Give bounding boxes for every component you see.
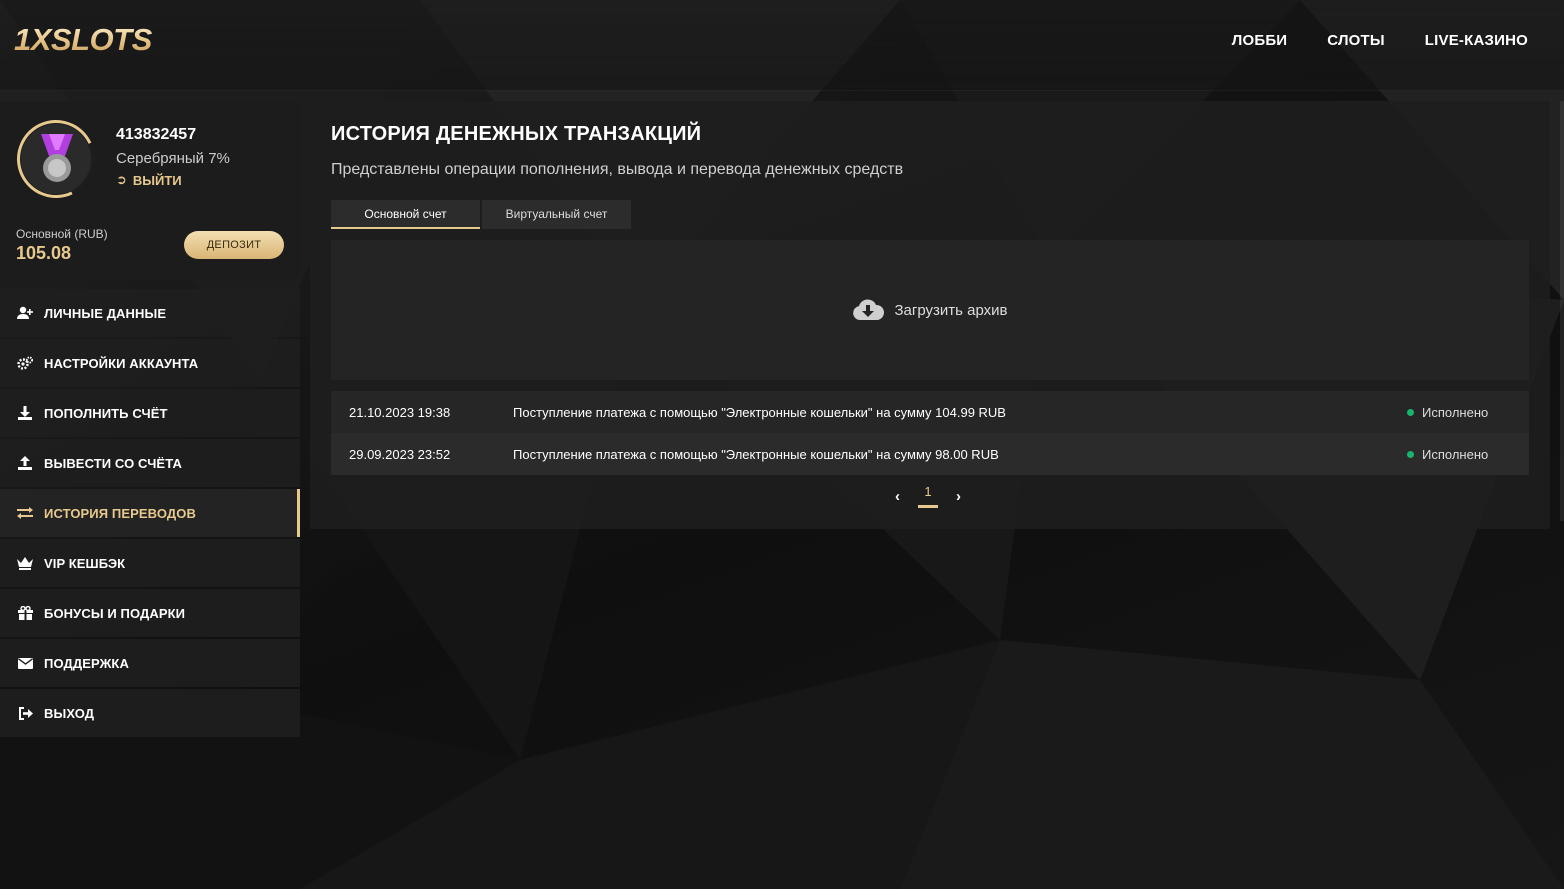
page-scrollbar[interactable] <box>1560 101 1564 521</box>
table-row: 29.09.2023 23:52 Поступление платежа с п… <box>331 433 1529 475</box>
menu-item-label: ПОПОЛНИТЬ СЧЁТ <box>44 405 168 421</box>
chevron-right-icon[interactable]: › <box>956 488 961 505</box>
envelope-icon <box>16 654 34 672</box>
main-nav: ЛОББИ СЛОТЫ LIVE-КАЗИНО <box>1232 32 1528 49</box>
cloud-download-icon <box>853 299 885 320</box>
menu-item-exit[interactable]: ВЫХОД <box>0 689 300 737</box>
sign-out-icon <box>16 704 34 722</box>
tab-main-account[interactable]: Основной счет <box>331 200 480 229</box>
site-logo[interactable]: 1XSLOTS <box>14 22 152 58</box>
medal-icon <box>41 134 73 182</box>
logout-link[interactable]: ➲ ВЫЙТИ <box>116 172 182 188</box>
account-menu: ЛИЧНЫЕ ДАННЫЕ НАСТРОЙКИ АККАУНТА ПОПОЛНИ… <box>0 289 300 739</box>
download-icon <box>16 404 34 422</box>
menu-item-withdraw[interactable]: ВЫВЕСТИ СО СЧЁТА <box>0 439 300 487</box>
menu-item-label: ИСТОРИЯ ПЕРЕВОДОВ <box>44 505 196 521</box>
page-title: ИСТОРИЯ ДЕНЕЖНЫХ ТРАНЗАКЦИЙ <box>331 123 702 145</box>
crown-icon <box>16 554 34 572</box>
menu-item-label: ВЫХОД <box>44 705 95 721</box>
exchange-icon <box>16 504 34 522</box>
transactions-panel: ИСТОРИЯ ДЕНЕЖНЫХ ТРАНЗАКЦИЙ Представлены… <box>310 101 1550 529</box>
transactions-table: 21.10.2023 19:38 Поступление платежа с п… <box>331 391 1529 475</box>
account-tabs: Основной счет Виртуальный счет <box>331 200 631 229</box>
tx-date: 29.09.2023 23:52 <box>349 446 451 462</box>
nav-lobby[interactable]: ЛОББИ <box>1232 32 1288 49</box>
tx-description: Поступление платежа с помощью "Электронн… <box>513 446 999 462</box>
menu-item-support[interactable]: ПОДДЕРЖКА <box>0 639 300 687</box>
status-dot-icon <box>1407 450 1414 458</box>
status-badge: Исполнено <box>1407 447 1529 462</box>
chevron-left-icon[interactable]: ‹ <box>895 488 900 505</box>
pagination: ‹ 1 › <box>895 484 961 508</box>
download-archive-label: Загрузить архив <box>894 301 1008 319</box>
menu-item-label: НАСТРОЙКИ АККАУНТА <box>44 355 199 371</box>
menu-item-personal-data[interactable]: ЛИЧНЫЕ ДАННЫЕ <box>0 289 300 337</box>
top-header: 1XSLOTS ЛОББИ СЛОТЫ LIVE-КАЗИНО <box>0 0 1564 91</box>
menu-item-bonuses[interactable]: БОНУСЫ И ПОДАРКИ <box>0 589 300 637</box>
balance-value: 105.08 <box>16 243 72 263</box>
menu-item-account-settings[interactable]: НАСТРОЙКИ АККАУНТА <box>0 339 300 387</box>
tx-status-label: Исполнено <box>1422 404 1489 420</box>
avatar <box>6 109 106 209</box>
menu-item-label: ВЫВЕСТИ СО СЧЁТА <box>44 455 182 471</box>
balance-label: Основной (RUB) <box>16 227 108 241</box>
tx-description: Поступление платежа с помощью "Электронн… <box>513 404 1006 420</box>
menu-item-transfer-history[interactable]: ИСТОРИЯ ПЕРЕВОДОВ <box>0 489 300 537</box>
sign-out-icon: ➲ <box>116 172 127 187</box>
menu-item-label: VIP КЕШБЭК <box>44 555 126 571</box>
menu-item-label: ПОДДЕРЖКА <box>44 655 129 671</box>
menu-item-deposit[interactable]: ПОПОЛНИТЬ СЧЁТ <box>0 389 300 437</box>
user-level: Серебряный 7% <box>116 150 230 167</box>
user-id: 413832457 <box>116 126 197 143</box>
deposit-button[interactable]: ДЕПОЗИТ <box>184 231 284 259</box>
gears-icon <box>16 354 34 372</box>
tab-virtual-account[interactable]: Виртуальный счет <box>482 200 631 229</box>
logout-label: ВЫЙТИ <box>132 172 182 188</box>
menu-item-label: ЛИЧНЫЕ ДАННЫЕ <box>44 305 167 321</box>
gift-icon <box>16 604 34 622</box>
menu-item-label: БОНУСЫ И ПОДАРКИ <box>44 605 186 621</box>
upload-icon <box>16 454 34 472</box>
tx-status-label: Исполнено <box>1422 446 1489 462</box>
page-subtitle: Представлены операции пополнения, вывода… <box>331 161 904 178</box>
nav-live-casino[interactable]: LIVE-КАЗИНО <box>1425 32 1528 49</box>
table-row: 21.10.2023 19:38 Поступление платежа с п… <box>331 391 1529 433</box>
page-number[interactable]: 1 <box>918 484 938 508</box>
download-archive-button[interactable]: Загрузить архив <box>331 240 1529 380</box>
nav-slots[interactable]: СЛОТЫ <box>1327 32 1385 49</box>
status-badge: Исполнено <box>1407 405 1529 420</box>
status-dot-icon <box>1407 408 1414 416</box>
user-plus-icon <box>16 304 34 322</box>
tx-date: 21.10.2023 19:38 <box>349 404 451 420</box>
menu-item-vip-cashback[interactable]: VIP КЕШБЭК <box>0 539 300 587</box>
